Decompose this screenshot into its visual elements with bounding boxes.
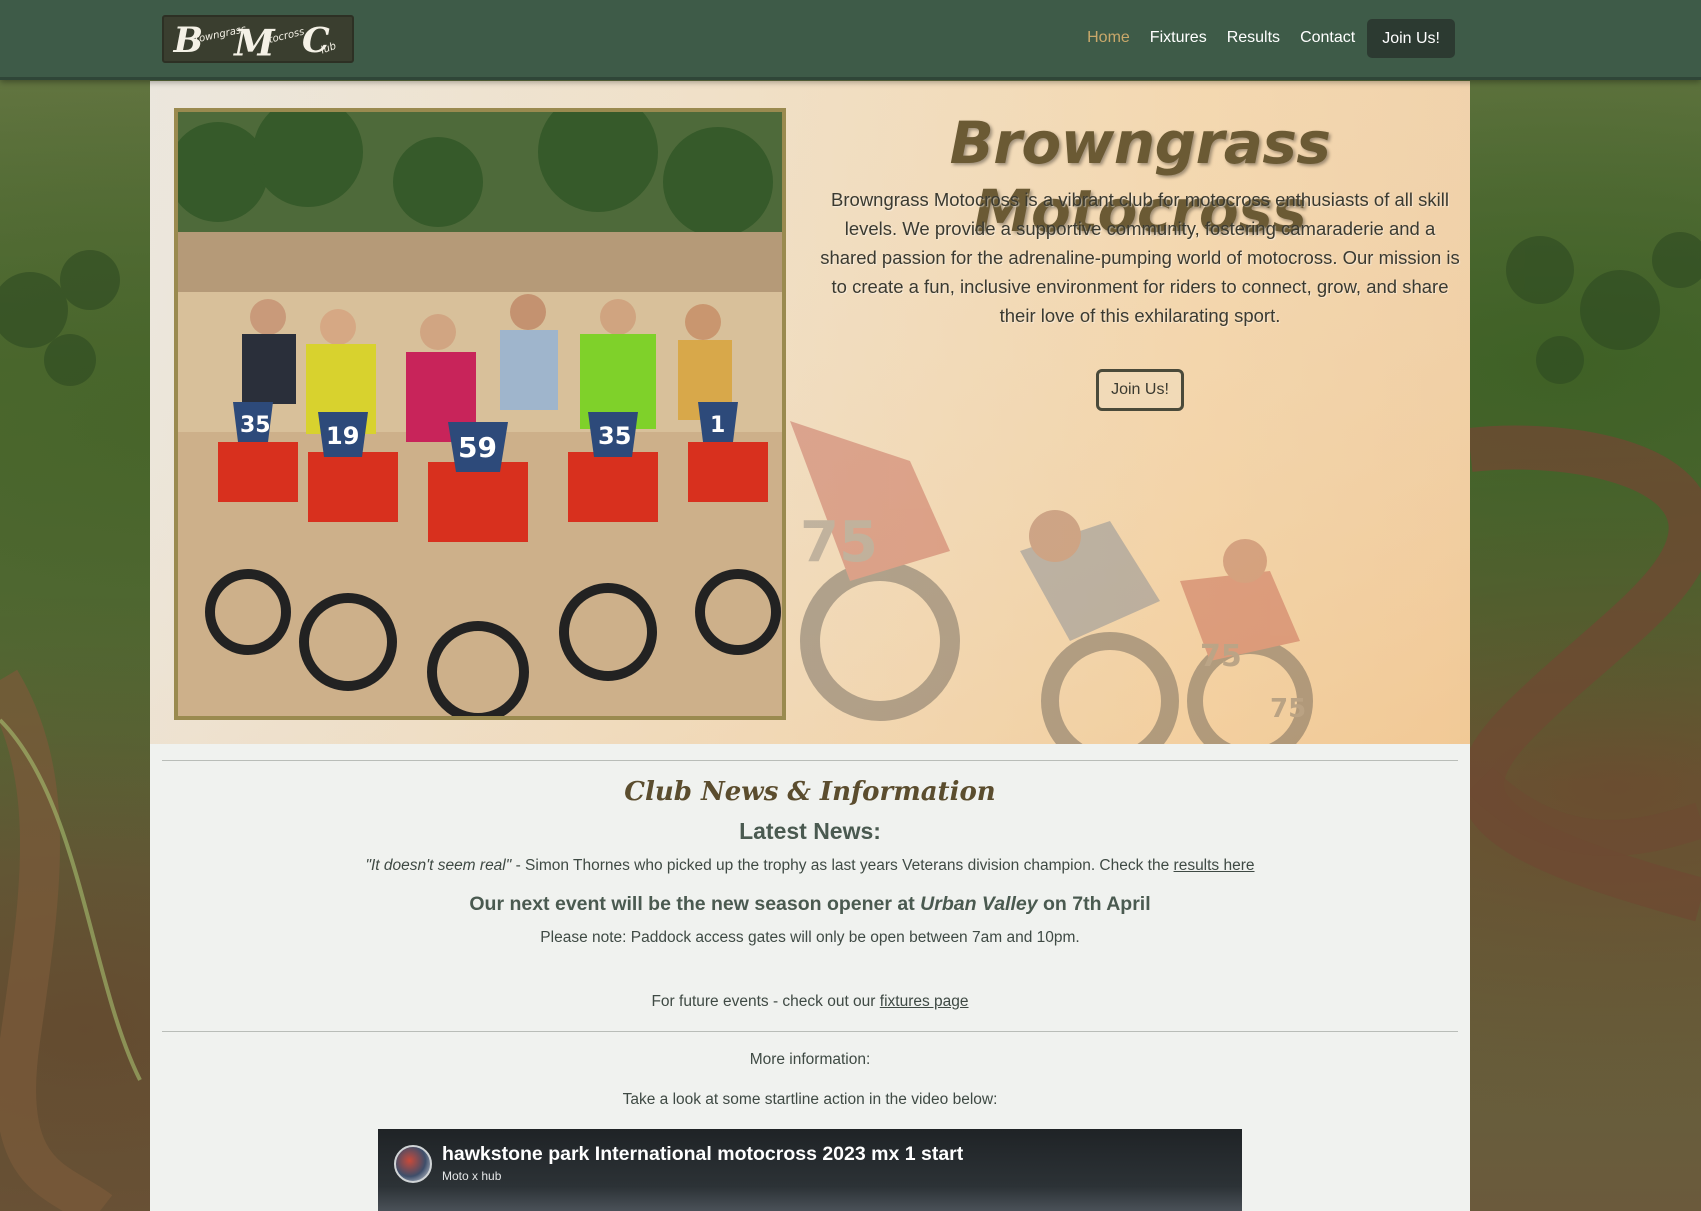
embedded-video-player[interactable]: hawkstone park International motocross 2…: [378, 1129, 1242, 1211]
paddock-note: Please note: Paddock access gates will o…: [540, 929, 1080, 946]
svg-text:75: 75: [1270, 694, 1306, 724]
news-quote-line: "It doesn't seem real" - Simon Thornes w…: [150, 857, 1470, 875]
svg-text:1: 1: [710, 413, 725, 438]
results-link[interactable]: results here: [1174, 857, 1255, 874]
news-quote-rest: - Simon Thornes who picked up the trophy…: [511, 857, 1174, 874]
svg-text:35: 35: [598, 422, 631, 450]
nav-item-home[interactable]: Home: [1077, 18, 1140, 58]
hero-section: 75 75 75 35 19 59 35 1 Browngrass Motocr…: [150, 81, 1470, 744]
video-intro-text: Take a look at some startline action in …: [622, 1091, 998, 1108]
event-venue: Urban Valley: [920, 893, 1038, 915]
divider: [162, 760, 1458, 761]
main-container: 75 75 75 35 19 59 35 1 Browngrass Motocr…: [150, 81, 1470, 1211]
club-riders-photo: 35 19 59 35 1: [174, 108, 786, 720]
svg-text:59: 59: [458, 431, 497, 464]
hero-join-button[interactable]: Join Us!: [1096, 369, 1184, 411]
event-suffix: on 7th April: [1037, 893, 1151, 915]
next-event-line: Our next event will be the new season op…: [150, 893, 1470, 916]
channel-avatar[interactable]: [394, 1145, 432, 1183]
svg-text:35: 35: [240, 413, 271, 438]
logo-image: B rowngrass M otocross C lub: [170, 17, 346, 61]
nav-item-results[interactable]: Results: [1217, 18, 1290, 58]
latest-news-heading: Latest News:: [739, 818, 881, 844]
news-quote: "It doesn't seem real": [365, 857, 512, 874]
nav-links: Home Fixtures Results Contact Join Us!: [1077, 18, 1455, 58]
hero-description: Browngrass Motocross is a vibrant club f…: [820, 189, 1460, 326]
nav-join-button[interactable]: Join Us!: [1367, 18, 1455, 58]
video-channel-name[interactable]: Moto x hub: [442, 1169, 501, 1183]
club-logo[interactable]: B rowngrass M otocross C lub: [162, 15, 354, 63]
more-information-label: More information:: [749, 1051, 871, 1068]
svg-text:75: 75: [800, 510, 878, 575]
news-heading: Club News & Information: [624, 777, 996, 807]
fixtures-link[interactable]: fixtures page: [880, 993, 969, 1010]
event-prefix: Our next event will be the new season op…: [469, 893, 921, 915]
svg-text:19: 19: [326, 422, 359, 450]
future-prefix: For future events - check out our: [651, 993, 880, 1010]
top-navbar: B rowngrass M otocross C lub Home Fixtur…: [0, 0, 1701, 80]
video-title[interactable]: hawkstone park International motocross 2…: [442, 1143, 963, 1166]
nav-item-fixtures[interactable]: Fixtures: [1140, 18, 1217, 58]
divider: [162, 1031, 1458, 1032]
future-events-line: For future events - check out our fixtur…: [150, 993, 1470, 1011]
svg-text:75: 75: [1200, 639, 1242, 674]
nav-item-contact[interactable]: Contact: [1290, 18, 1365, 58]
